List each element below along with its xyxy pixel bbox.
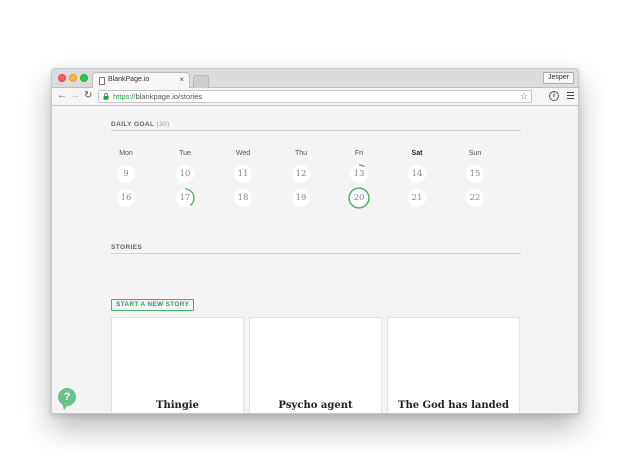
day-number: 12 [295,169,307,179]
calendar-day[interactable]: 18 [234,189,252,207]
page-icon [99,77,105,85]
window-minimize-button[interactable] [69,74,77,82]
back-arrow-icon[interactable]: ← [57,90,67,102]
bookmark-star-icon[interactable]: ☆ [520,91,528,102]
goal-progress-ring [348,187,370,209]
section-divider [111,130,521,131]
window-close-button[interactable] [58,74,66,82]
browser-tab[interactable]: BlankPage.io × [92,72,190,89]
calendar-day[interactable]: 11 [234,165,252,183]
weekday-label: Tue [179,150,191,157]
menu-icon[interactable] [567,92,574,101]
calendar-day[interactable]: 10 [176,165,194,183]
calendar-day[interactable]: 9 [117,165,135,183]
story-card[interactable]: Psycho agent [249,317,382,413]
calendar-day[interactable]: 12 [292,165,310,183]
profile-button[interactable]: Jesper [542,72,574,84]
day-number: 15 [469,169,481,179]
section-divider [111,253,521,254]
daily-goal-heading: DAILY GOAL (30) [111,121,170,128]
forward-arrow-icon[interactable]: → [70,90,80,102]
calendar-day[interactable]: 16 [117,189,135,207]
start-new-story-button[interactable]: START A NEW STORY [111,299,195,311]
weekday-label: Wed [235,150,251,157]
weekday-label: Mon [119,150,133,157]
day-number: 14 [411,169,423,179]
weekday-label: Sat [411,150,423,157]
url-text: https://blankpage.io/stories [113,92,202,101]
goal-progress-ring [349,164,369,184]
story-card[interactable]: Thingie [111,317,244,413]
calendar-day[interactable]: 20 [348,187,370,209]
window-maximize-button[interactable] [80,74,88,82]
tab-close-icon[interactable]: × [179,75,184,84]
calendar-day[interactable]: 14 [408,165,426,183]
goal-progress-ring [175,188,195,208]
day-number: 22 [469,193,481,203]
help-chat-icon[interactable]: ? [58,388,76,406]
calendar-day[interactable]: 22 [466,189,484,207]
day-number: 10 [179,169,191,179]
address-bar[interactable]: https://blankpage.io/stories ☆ [98,90,532,103]
weekday-label: Thu [294,150,308,157]
daily-goal-label: DAILY GOAL [111,121,155,128]
day-number: 21 [411,193,423,203]
story-card[interactable]: The God has landed [387,317,520,413]
day-number: 11 [237,169,249,179]
weekday-label: Sun [468,150,482,157]
url-path: blankpage.io/stories [135,92,203,101]
story-title: Psycho agent [278,400,353,411]
lock-icon [103,93,109,100]
browser-window: BlankPage.io × Jesper ← → ↻ https://blan… [51,68,579,414]
stories-heading: STORIES [111,244,143,251]
day-number: 18 [237,193,249,203]
calendar-day[interactable]: 17 [175,188,195,208]
day-number: 9 [123,169,129,179]
weekday-label: Fri [354,150,364,157]
reload-icon[interactable]: ↻ [84,90,92,102]
info-icon[interactable]: i [549,91,559,101]
calendar-day[interactable]: 13 [349,164,369,184]
page-content: DAILY GOAL (30) Mon Tue Wed Thu Fri Sat Sun 9 10… [52,107,578,413]
story-title: The God has landed [398,400,509,411]
calendar-day[interactable]: 19 [292,189,310,207]
tab-strip: BlankPage.io × Jesper [52,69,578,89]
day-number: 19 [295,193,307,203]
story-title: Thingie [156,400,199,411]
browser-toolbar: ← → ↻ https://blankpage.io/stories ☆ i [52,88,578,106]
daily-goal-count: (30) [156,121,170,128]
calendar-day[interactable]: 15 [466,165,484,183]
tab-title: BlankPage.io [108,76,150,83]
calendar-day[interactable]: 21 [408,189,426,207]
url-scheme: https:// [113,92,136,101]
day-number: 16 [120,193,132,203]
new-tab-button[interactable] [193,75,209,88]
